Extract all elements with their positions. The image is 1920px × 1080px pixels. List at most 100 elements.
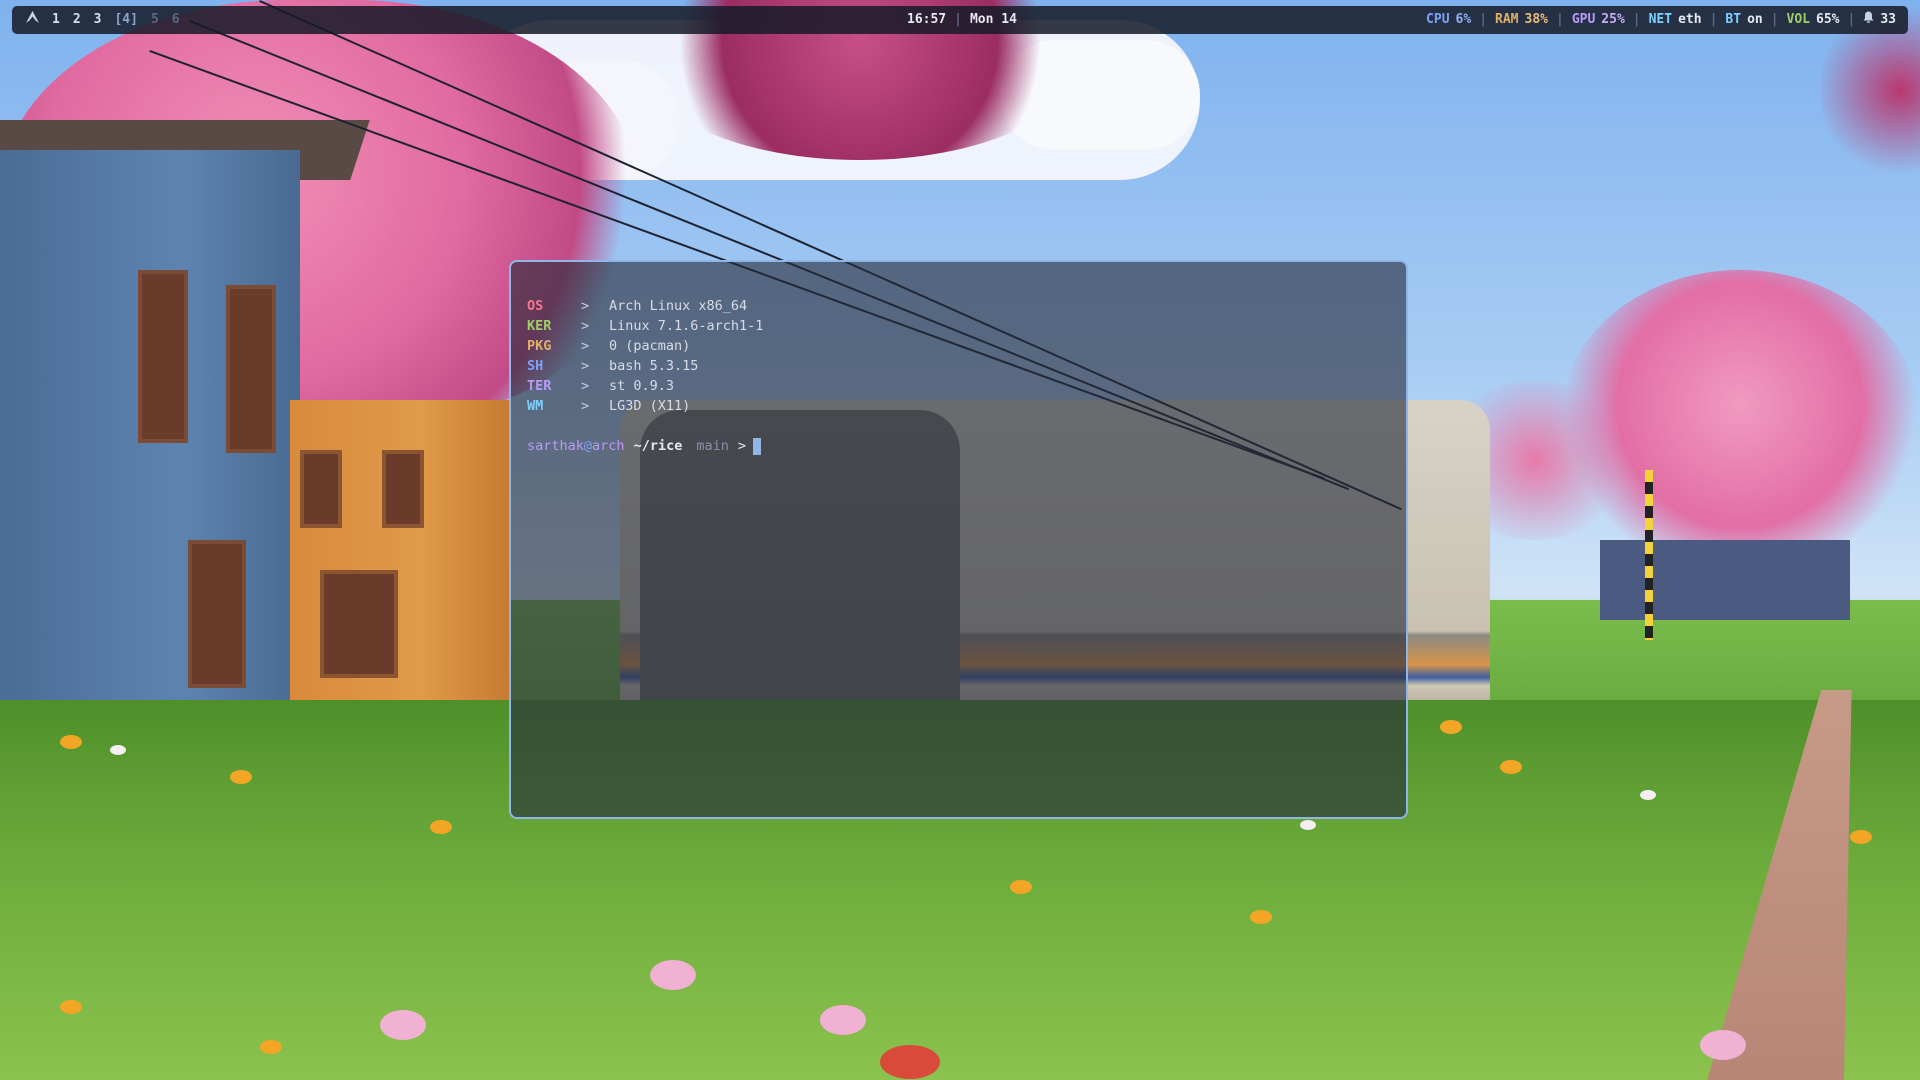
wallpaper-flower bbox=[820, 1005, 866, 1035]
fetch-value: st 0.9.3 bbox=[609, 378, 675, 394]
ram-label: RAM bbox=[1495, 12, 1519, 27]
separator: | bbox=[1709, 12, 1718, 27]
fetch-key: SH bbox=[527, 358, 544, 374]
shell-prompt[interactable]: sarthak @ arch ~/rice main > bbox=[527, 436, 1406, 456]
prompt-path: ~/rice bbox=[633, 438, 683, 454]
wallpaper-window bbox=[138, 270, 188, 443]
wallpaper-tree bbox=[1560, 270, 1920, 570]
fetch-value: bash 5.3.15 bbox=[609, 358, 699, 374]
wallpaper-flower bbox=[1700, 1030, 1746, 1060]
ram-module[interactable]: RAM 38% bbox=[1495, 6, 1548, 34]
wallpaper-flower bbox=[260, 1040, 282, 1054]
gpu-value: 25% bbox=[1601, 12, 1625, 27]
prompt-user: sarthak bbox=[527, 438, 584, 454]
clock-date: Mon 14 bbox=[969, 12, 1017, 27]
fetch-key: TER bbox=[527, 378, 552, 394]
fetch-arrow: > bbox=[581, 338, 590, 354]
fetch-value: Arch Linux x86_64 bbox=[609, 298, 748, 314]
wallpaper-flower bbox=[110, 745, 126, 755]
fetch-key: KER bbox=[527, 318, 552, 334]
fetch-value: 0 (pacman) bbox=[609, 338, 691, 354]
notification-module[interactable]: 33 bbox=[1863, 6, 1896, 34]
fetch-row-os: OS > Arch Linux x86_64 bbox=[527, 296, 1406, 316]
fetch-value: LG3D (X11) bbox=[609, 398, 691, 414]
workspace-3[interactable]: 3 bbox=[94, 6, 102, 34]
system-modules: CPU 6% | RAM 38% | GPU 25% | NET eth | B… bbox=[1426, 6, 1896, 34]
prompt-host: arch bbox=[592, 438, 625, 454]
separator: | bbox=[1632, 12, 1641, 27]
separator: | bbox=[1847, 12, 1856, 27]
net-label: NET bbox=[1648, 12, 1673, 27]
volume-module[interactable]: VOL 65% bbox=[1787, 6, 1840, 34]
fetch-row-kernel: KER > Linux 7.1.6-arch1-1 bbox=[527, 316, 1406, 336]
volume-label: VOL bbox=[1786, 12, 1811, 27]
net-value: eth bbox=[1678, 12, 1702, 27]
wallpaper-window bbox=[188, 540, 246, 688]
wallpaper-window bbox=[320, 570, 398, 678]
volume-value: 65% bbox=[1816, 12, 1840, 27]
workspace-1[interactable]: 1 bbox=[52, 6, 60, 34]
fetch-arrow: > bbox=[581, 378, 590, 394]
workspace-2[interactable]: 2 bbox=[73, 6, 81, 34]
fetch-key: WM bbox=[527, 398, 544, 414]
wallpaper-flower bbox=[1250, 910, 1272, 924]
separator: | bbox=[954, 12, 962, 27]
wallpaper-flower bbox=[1500, 760, 1522, 774]
fetch-arrow: > bbox=[581, 398, 590, 414]
wallpaper-flower bbox=[60, 735, 82, 749]
status-bar: 1 2 3 [4] 5 6 16:57 | Mon 14 CPU 6% | RA… bbox=[12, 6, 1908, 34]
wallpaper-crossing-pole bbox=[1645, 470, 1653, 640]
wallpaper-flower bbox=[880, 1045, 940, 1079]
text-cursor bbox=[753, 437, 761, 455]
wallpaper-flower bbox=[430, 820, 452, 834]
separator: | bbox=[1770, 12, 1779, 27]
cpu-module[interactable]: CPU 6% bbox=[1426, 6, 1471, 34]
gpu-label: GPU bbox=[1571, 12, 1596, 27]
workspace-5[interactable]: 5 bbox=[151, 6, 159, 34]
prompt-symbol: > bbox=[737, 438, 746, 454]
wallpaper-flower bbox=[1640, 790, 1656, 800]
wallpaper-flower bbox=[1850, 830, 1872, 844]
fetch-row-wm: WM > LG3D (X11) bbox=[527, 396, 1406, 416]
fetch-arrow: > bbox=[581, 318, 590, 334]
separator: | bbox=[1555, 12, 1564, 27]
wallpaper-flower bbox=[380, 1010, 426, 1040]
terminal-window[interactable]: OS > Arch Linux x86_64 KER > Linux 7.1.6… bbox=[509, 260, 1408, 819]
desktop: 1 2 3 [4] 5 6 16:57 | Mon 14 CPU 6% | RA… bbox=[0, 0, 1920, 1080]
fetch-value: Linux 7.1.6-arch1-1 bbox=[609, 318, 764, 334]
bell-icon bbox=[1863, 6, 1874, 34]
bluetooth-label: BT bbox=[1725, 12, 1742, 27]
wallpaper-flower bbox=[60, 1000, 82, 1014]
workspace-6[interactable]: 6 bbox=[172, 6, 180, 34]
clock[interactable]: 16:57 | Mon 14 bbox=[907, 6, 1017, 34]
gpu-module[interactable]: GPU 25% bbox=[1572, 6, 1625, 34]
wallpaper-shed bbox=[1600, 540, 1850, 620]
fetch-arrow: > bbox=[581, 358, 590, 374]
separator: | bbox=[1479, 12, 1488, 27]
clock-time: 16:57 bbox=[907, 12, 947, 27]
workspace-4-active[interactable]: [4] bbox=[114, 6, 137, 34]
wallpaper-flower bbox=[1010, 880, 1032, 894]
wallpaper-window bbox=[300, 450, 342, 528]
bluetooth-module[interactable]: BT on bbox=[1725, 6, 1762, 34]
fetch-row-shell: SH > bash 5.3.15 bbox=[527, 356, 1406, 376]
wallpaper-flower bbox=[650, 960, 696, 990]
fetch-row-terminal: TER > st 0.9.3 bbox=[527, 376, 1406, 396]
prompt-at: @ bbox=[583, 438, 593, 454]
cpu-label: CPU bbox=[1426, 12, 1450, 27]
prompt-git-branch: main bbox=[696, 438, 729, 454]
fetch-row-packages: PKG > 0 (pacman) bbox=[527, 336, 1406, 356]
fetch-arrow: > bbox=[581, 298, 590, 314]
cpu-value: 6% bbox=[1455, 12, 1472, 27]
bluetooth-value: on bbox=[1747, 12, 1763, 27]
wallpaper-flower bbox=[1300, 820, 1316, 830]
wallpaper-window bbox=[226, 285, 276, 453]
fetch-key: OS bbox=[527, 298, 544, 314]
arch-logo-icon[interactable] bbox=[26, 6, 39, 34]
workspace-switcher: 1 2 3 [4] 5 6 bbox=[26, 6, 180, 34]
fetch-key: PKG bbox=[527, 338, 552, 354]
wallpaper-flower bbox=[230, 770, 252, 784]
wallpaper-window bbox=[382, 450, 424, 528]
net-module[interactable]: NET eth bbox=[1649, 6, 1702, 34]
notification-count: 33 bbox=[1880, 12, 1896, 27]
